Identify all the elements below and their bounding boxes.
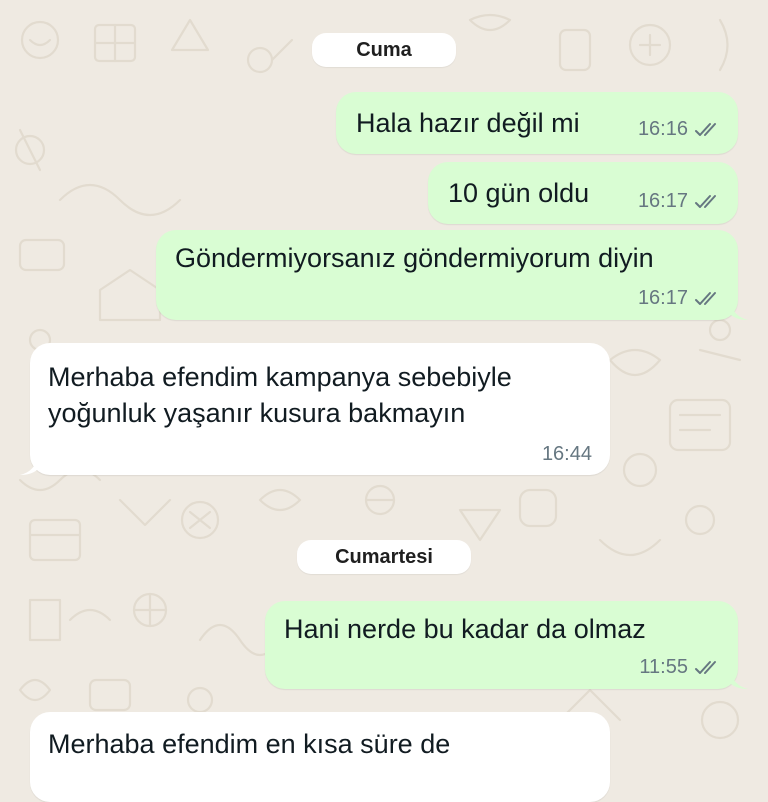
message-meta: 16:16 <box>638 118 722 141</box>
double-check-icon <box>695 291 716 305</box>
message-text-line: Merhaba efendim kampanya sebebiyle <box>48 362 512 392</box>
message-time: 16:44 <box>541 443 592 465</box>
outgoing-message[interactable]: Hani nerde bu kadar da olmaz 11:55 <box>265 601 738 689</box>
date-separator: Cuma <box>312 33 456 67</box>
message-time: 16:17 <box>637 287 688 309</box>
incoming-message[interactable]: Merhaba efendim kampanya sebebiyle yoğun… <box>30 343 610 475</box>
message-text-line: yoğunluk yaşanır kusura bakmayın <box>48 398 466 428</box>
message-meta: 16:17 <box>638 287 722 310</box>
message-time: 16:17 <box>637 190 688 212</box>
message-meta: 11:55 <box>639 656 722 679</box>
message-text: 10 gün oldu <box>448 178 590 208</box>
message-text: Hani nerde bu kadar da olmaz <box>284 614 646 644</box>
incoming-message[interactable]: Merhaba efendim en kısa süre de <box>30 712 610 802</box>
date-separator: Cumartesi <box>297 540 471 574</box>
outgoing-message[interactable]: 10 gün oldu 16:17 <box>428 162 738 224</box>
chat-area[interactable]: Cuma Hala hazır değil mi 16:16 10 gün ol… <box>0 0 768 802</box>
double-check-icon <box>695 122 716 136</box>
message-text: Göndermiyorsanız göndermiyorum diyin <box>175 243 654 273</box>
bubble-tail <box>20 455 38 475</box>
outgoing-message[interactable]: Hala hazır değil mi 16:16 <box>336 92 738 154</box>
bubble-tail <box>730 669 748 689</box>
message-meta: 16:44 <box>542 443 592 466</box>
bubble-tail <box>730 300 748 320</box>
message-meta: 16:17 <box>638 190 722 213</box>
message-time: 16:16 <box>637 118 688 140</box>
outgoing-message[interactable]: Göndermiyorsanız göndermiyorum diyin 16:… <box>156 230 738 320</box>
message-text: Hala hazır değil mi <box>356 108 580 138</box>
message-text-line: Merhaba efendim en kısa süre de <box>48 729 451 759</box>
double-check-icon <box>695 194 716 208</box>
message-time: 11:55 <box>639 656 688 678</box>
double-check-icon <box>695 660 716 674</box>
